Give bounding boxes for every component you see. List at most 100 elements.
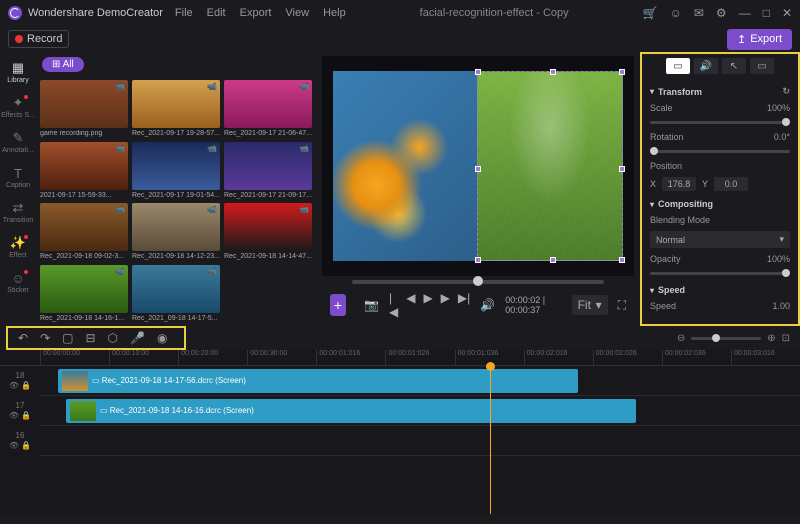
time-current: 00:00:02 [505, 295, 540, 305]
media-thumb[interactable]: Rec_2021-09-17 19-01-54... [132, 142, 220, 200]
speed-icon[interactable]: ◉ [157, 331, 167, 345]
undo-icon[interactable]: ↶ [18, 331, 28, 345]
properties-panel: ▭ 🔊 ↖ ▭ Transform↻ Scale100% Rotation0.0… [640, 52, 800, 326]
blend-select[interactable]: Normal▾ [650, 231, 790, 248]
timeline-clip[interactable]: ▭ Rec_2021-09-18 14-17-56.dcrc (Screen) [58, 369, 578, 393]
menu-file[interactable]: File [175, 7, 193, 19]
preview-scrubber[interactable] [352, 280, 604, 284]
media-thumb[interactable]: Rec_2021-09-18 14-16-1... [40, 265, 128, 323]
filter-all[interactable]: ⊞ All [42, 57, 84, 72]
sidebar: ▦Library ✦Effects S... ✎Annotati... TCaptio… [0, 52, 36, 326]
split-icon[interactable]: ⊟ [85, 331, 95, 345]
timeline-ruler[interactable]: 00:00:00:0000:00:10:0000:00:20:0000:00:3… [0, 350, 800, 366]
menu-view[interactable]: View [285, 7, 309, 19]
sidebar-item-annotati[interactable]: ✎Annotati... [0, 128, 36, 157]
speed-header[interactable]: Speed [650, 285, 790, 295]
export-button[interactable]: ↥Export [727, 29, 792, 50]
position-label: Position [650, 161, 682, 171]
main-menu: File Edit Export View Help [175, 7, 346, 19]
media-thumb[interactable]: Rec_2021-09-18 09-02-3... [40, 203, 128, 261]
media-thumb[interactable]: Rec_2021-09-18 14-12-23... [132, 203, 220, 261]
titlebar: Wondershare DemoCreator File Edit Export… [0, 0, 800, 26]
opacity-value: 100% [767, 254, 790, 264]
minimize-icon[interactable]: — [739, 6, 751, 20]
reset-icon[interactable]: ↻ [782, 86, 790, 97]
rotation-label: Rotation [650, 132, 684, 142]
step-fwd-icon[interactable]: ▶ [441, 291, 450, 319]
next-frame-icon[interactable]: ▶| [458, 291, 470, 319]
window-controls: 🛒 ☺ ✉ ⚙ — □ ✕ [643, 6, 792, 20]
sidebar-item-library[interactable]: ▦Library [0, 58, 36, 87]
media-thumb[interactable]: Rec_2021_09-18 14-17-5... [132, 265, 220, 323]
zoom-out-icon[interactable]: ⊖ [677, 333, 685, 344]
track-header: 16👁 🔒 [0, 426, 40, 455]
timeline-tracks: 18👁 🔒 ▭ Rec_2021-09-18 14-17-56.dcrc (Scr… [0, 366, 800, 514]
record-button[interactable]: Record [8, 30, 69, 48]
media-thumb[interactable]: Rec_2021-09-18 14-14-47... [224, 203, 312, 261]
timeline-zoom: ⊖ ⊕ ⊡ [186, 328, 800, 348]
preview-canvas[interactable] [322, 56, 634, 276]
crop-icon[interactable]: ▢ [62, 331, 73, 345]
add-button[interactable]: + [330, 294, 346, 316]
transform-header[interactable]: Transform↻ [650, 86, 790, 97]
scale-slider[interactable] [650, 121, 790, 124]
track[interactable]: 18👁 🔒▭ Rec_2021-09-18 14-17-56.dcrc (Scr… [40, 366, 800, 396]
settings-icon[interactable]: ⚙ [716, 6, 727, 20]
menu-edit[interactable]: Edit [207, 7, 226, 19]
media-thumb[interactable]: 2021-09-17 15-59-33... [40, 142, 128, 200]
sidebar-item-effect[interactable]: ✨Effect [0, 233, 36, 262]
compositing-header[interactable]: Compositing [650, 199, 790, 209]
app-name: Wondershare DemoCreator [28, 7, 163, 19]
track-header: 17👁 🔒 [0, 396, 40, 425]
timeline: 00:00:00:0000:00:10:0000:00:20:0000:00:3… [0, 350, 800, 514]
user-icon[interactable]: ☺ [670, 6, 682, 20]
speed-value: 1.00 [772, 301, 790, 311]
media-thumb[interactable]: Rec_2021-09-17 21-09-17... [224, 142, 312, 200]
player-controls: + 📷 |◀ ◀ ▶ ▶ ▶| 🔊 00:00:02 | 00:00:37 Fi… [322, 288, 634, 322]
sidebar-item-transition[interactable]: ⇄Transition [0, 198, 36, 227]
cart-icon[interactable]: 🛒 [643, 6, 658, 20]
zoom-slider[interactable] [691, 337, 761, 340]
app-logo [8, 6, 22, 20]
sidebar-item-sticker[interactable]: ☺Sticker [0, 268, 36, 297]
video-layer-1 [333, 71, 477, 261]
menu-help[interactable]: Help [323, 7, 346, 19]
media-thumb[interactable]: game recording.png [40, 80, 128, 138]
redo-icon[interactable]: ↷ [40, 331, 50, 345]
mic-icon[interactable]: 🎤 [130, 331, 145, 345]
video-layer-2-selected[interactable] [477, 71, 623, 261]
step-back-icon[interactable]: ◀ [406, 291, 415, 319]
zoom-in-icon[interactable]: ⊕ [767, 333, 775, 344]
pos-x-input[interactable]: 176.8 [662, 177, 696, 191]
prop-tab-other[interactable]: ▭ [750, 58, 774, 74]
track[interactable]: 16👁 🔒 [40, 426, 800, 456]
prop-tab-video[interactable]: ▭ [666, 58, 690, 74]
time-total: 00:00:37 [505, 305, 540, 315]
fit-select[interactable]: Fit ▾ [572, 295, 608, 315]
media-thumb[interactable]: Rec_2021-09-17 21-06-47... [224, 80, 312, 138]
maximize-icon[interactable]: □ [763, 6, 770, 20]
zoom-fit-icon[interactable]: ⊡ [782, 333, 790, 344]
volume-icon[interactable]: 🔊 [480, 298, 495, 312]
prop-tab-cursor[interactable]: ↖ [722, 58, 746, 74]
opacity-slider[interactable] [650, 272, 790, 275]
preview-panel: + 📷 |◀ ◀ ▶ ▶ ▶| 🔊 00:00:02 | 00:00:37 Fi… [316, 52, 640, 326]
track-header: 18👁 🔒 [0, 366, 40, 395]
track[interactable]: 17👁 🔒▭ Rec_2021-09-18 14-16-16.dcrc (Scr… [40, 396, 800, 426]
snapshot-icon[interactable]: 📷 [364, 298, 379, 312]
rotation-slider[interactable] [650, 150, 790, 153]
menu-export[interactable]: Export [240, 7, 272, 19]
prev-frame-icon[interactable]: |◀ [389, 291, 398, 319]
sidebar-item-effectss[interactable]: ✦Effects S... [0, 93, 36, 122]
playhead[interactable] [490, 366, 491, 514]
sidebar-item-caption[interactable]: TCaption [0, 163, 36, 192]
media-thumb[interactable]: Rec_2021-09-17 19-28-57... [132, 80, 220, 138]
marker-icon[interactable]: ⬡ [108, 331, 118, 345]
mail-icon[interactable]: ✉ [694, 6, 704, 20]
timeline-clip[interactable]: ▭ Rec_2021-09-18 14-16-16.dcrc (Screen) [66, 399, 636, 423]
prop-tab-audio[interactable]: 🔊 [694, 58, 718, 74]
play-icon[interactable]: ▶ [423, 291, 432, 319]
pos-y-input[interactable]: 0.0 [714, 177, 748, 191]
fullscreen-icon[interactable]: ⛶ [618, 298, 626, 313]
close-icon[interactable]: ✕ [782, 6, 792, 20]
